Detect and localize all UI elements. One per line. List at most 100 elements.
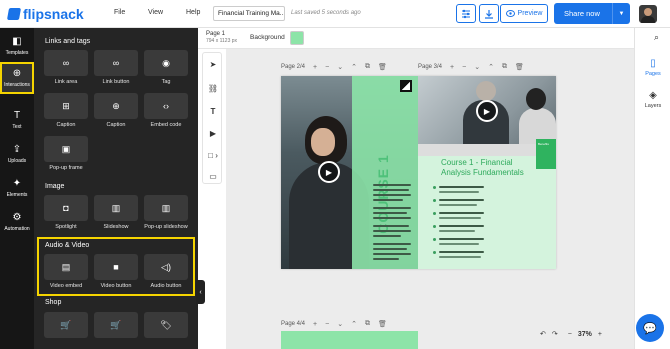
rail-item-templates[interactable]: ◧ Templates (0, 30, 34, 62)
add-page-icon[interactable]: + (450, 64, 454, 71)
logo-icon (6, 8, 22, 20)
menu-help[interactable]: Help (186, 9, 200, 16)
link-icon: ⛓ (207, 83, 219, 93)
menu-view[interactable]: View (148, 9, 163, 16)
popup-frame-button[interactable]: ▣ (44, 136, 88, 162)
popup-slideshow-button[interactable]: ▥ (144, 195, 188, 221)
collapse-panel-button[interactable]: ‹ (196, 280, 205, 304)
text-line (373, 230, 411, 232)
shop-tag-button[interactable]: 🏷 (144, 312, 188, 338)
next-page-preview[interactable] (281, 331, 418, 349)
link-button-button[interactable]: ∞ (94, 50, 138, 76)
text-line (373, 217, 411, 219)
section-title-shop: Shop (45, 299, 62, 306)
left-rail: ◧ Templates ⊕ Interactions T Text ⇪ Uplo… (0, 28, 34, 349)
pages-tab[interactable]: ▯ Pages (635, 58, 670, 77)
duplicate-icon[interactable]: ⧉ (365, 320, 370, 328)
rail-item-automation[interactable]: ⚙ Automation (0, 206, 34, 238)
page-spread[interactable]: COURSE 1 ▶ Benefits Course 1 - Financial… (281, 76, 556, 269)
play-button-left[interactable]: ▶ (318, 161, 340, 183)
embed-code-button[interactable]: ‹› (144, 93, 188, 119)
caption-plus-button[interactable]: ⊕ (94, 93, 138, 119)
rail-label: Automation (4, 225, 30, 232)
text-icon: T (210, 106, 216, 116)
shop-item-button[interactable]: 🛒 (44, 312, 88, 338)
undo-icon[interactable]: ↶ (540, 330, 546, 338)
text-line (439, 186, 484, 188)
text-line (373, 243, 411, 245)
play-icon: ▶ (325, 167, 333, 177)
redo-icon[interactable]: ↷ (552, 330, 558, 338)
caption-button[interactable]: ⊞ (44, 93, 88, 119)
layout-icon: ◧ (12, 35, 22, 47)
share-label: Share now (564, 9, 600, 18)
tag-button[interactable]: ◉ (144, 50, 188, 76)
bullet-dot (433, 238, 436, 241)
background-color-swatch[interactable] (290, 31, 304, 45)
pages-icon: ▯ (650, 58, 656, 69)
course-title-line: Analysis Fundamentals (441, 168, 524, 177)
text-tool[interactable]: T (203, 103, 223, 119)
chevron-down-icon[interactable]: ▼ (612, 3, 630, 24)
text-line (373, 235, 401, 237)
document-name-field[interactable]: Financial Training Ma... (213, 6, 285, 21)
link-tool[interactable]: ⛓ (203, 80, 223, 96)
page-label: Page 1 (206, 31, 226, 37)
preview-button[interactable]: Preview (500, 4, 548, 23)
tag-text: Benefits (538, 142, 549, 146)
chevron-left-icon: ‹ (199, 288, 202, 296)
rail-item-text[interactable]: T Text (0, 104, 34, 136)
page-size: 794 x 1123 px (206, 38, 238, 44)
play-box-icon: ▶ (209, 128, 217, 138)
duplicate-icon[interactable]: ⧉ (365, 63, 370, 71)
text-line (373, 199, 403, 201)
slideshow-button[interactable]: ▥ (94, 195, 138, 221)
zoom-in-button[interactable]: + (598, 331, 602, 338)
chevron-up-icon[interactable]: ⌃ (351, 320, 357, 328)
chat-button[interactable]: 💬 (636, 314, 664, 342)
play-button-right[interactable]: ▶ (476, 100, 498, 122)
shop-cart-button[interactable]: 🛒 (94, 312, 138, 338)
duplicate-icon[interactable]: ⧉ (502, 63, 507, 71)
add-page-icon[interactable]: + (313, 64, 317, 71)
chevron-down-icon[interactable]: ⌄ (337, 63, 343, 71)
search-icon[interactable]: ⌕ (654, 32, 659, 43)
cursor-icon: ➤ (209, 59, 217, 69)
rail-label: Elements (6, 191, 28, 198)
shape-tool[interactable]: □ › (203, 147, 223, 163)
link-icon: ∞ (62, 58, 70, 68)
settings-button[interactable] (456, 4, 476, 23)
link-area-button[interactable]: ∞ (44, 50, 88, 76)
add-page-icon[interactable]: + (313, 321, 317, 328)
layers-tab[interactable]: ◈ Layers (635, 90, 670, 109)
chevron-down-icon[interactable]: ⌄ (474, 63, 480, 71)
logo[interactable]: flipsnack (6, 6, 84, 22)
frame-icon: ▣ (61, 143, 71, 154)
rail-item-uploads[interactable]: ⇪ Uploads (0, 138, 34, 170)
remove-page-icon[interactable]: − (325, 321, 329, 328)
page-label: Page 2/4 (281, 64, 306, 70)
delete-icon[interactable]: 🗑 (515, 63, 524, 71)
text-icon: T (13, 109, 21, 121)
rail-item-elements[interactable]: ✦ Elements (0, 172, 34, 204)
text-line (373, 248, 407, 250)
delete-icon[interactable]: 🗑 (378, 63, 387, 71)
download-button[interactable] (479, 4, 499, 23)
media-tool[interactable]: ▶ (203, 125, 223, 141)
remove-page-icon[interactable]: − (462, 64, 466, 71)
slideshow-icon: ▥ (161, 202, 171, 213)
chevron-up-icon[interactable]: ⌃ (351, 63, 357, 71)
share-button[interactable]: Share now ▼ (554, 3, 630, 24)
comment-tool[interactable]: ▭ (203, 168, 223, 184)
chevron-down-icon[interactable]: ⌄ (337, 320, 343, 328)
spotlight-button[interactable]: ◘ (44, 195, 88, 221)
zoom-out-button[interactable]: − (568, 331, 572, 338)
delete-icon[interactable]: 🗑 (378, 320, 387, 328)
chevron-up-icon[interactable]: ⌃ (488, 63, 494, 71)
menu-file[interactable]: File (114, 9, 125, 16)
comment-icon: ▭ (209, 171, 217, 181)
rail-item-interactions[interactable]: ⊕ Interactions (0, 62, 34, 94)
remove-page-icon[interactable]: − (325, 64, 329, 71)
avatar[interactable] (639, 5, 657, 23)
select-tool[interactable]: ➤ (203, 56, 223, 72)
